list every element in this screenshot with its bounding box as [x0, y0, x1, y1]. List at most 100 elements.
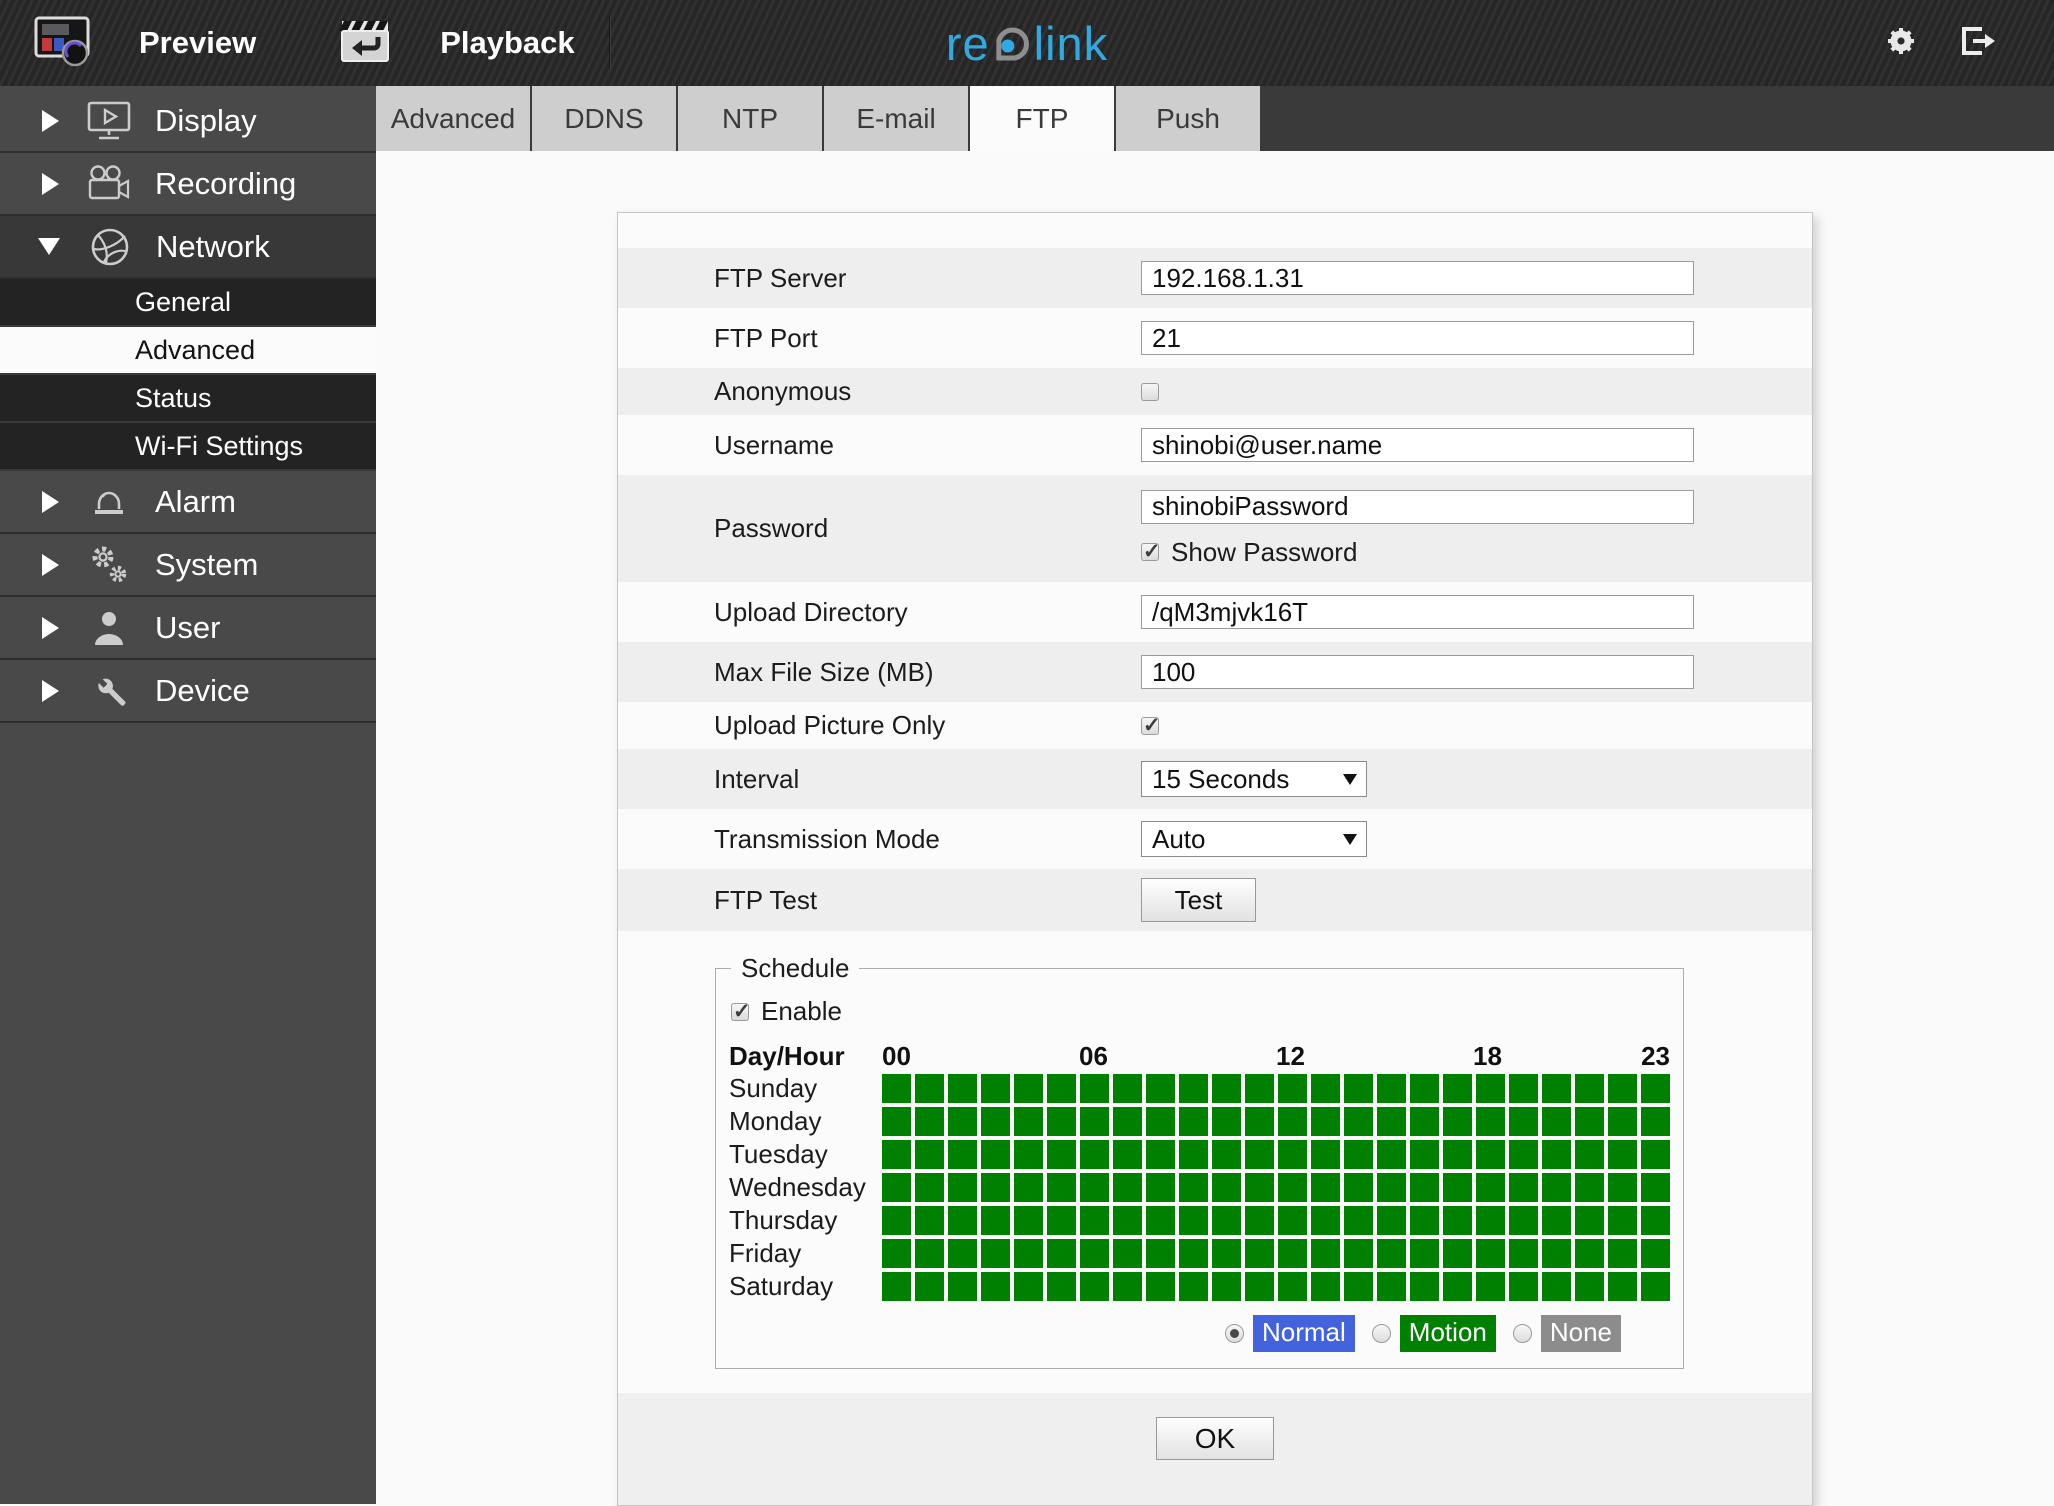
schedule-cell[interactable] — [1278, 1272, 1307, 1301]
schedule-cell[interactable] — [1212, 1107, 1241, 1136]
schedule-cell[interactable] — [1179, 1206, 1208, 1235]
schedule-cell[interactable] — [1278, 1074, 1307, 1103]
schedule-cell[interactable] — [1047, 1107, 1076, 1136]
schedule-cell[interactable] — [1245, 1239, 1274, 1268]
show-password-checkbox[interactable] — [1141, 539, 1161, 564]
sidebar-subitem-general[interactable]: General — [0, 279, 376, 327]
schedule-cell[interactable] — [1608, 1173, 1637, 1202]
schedule-cell[interactable] — [1410, 1239, 1439, 1268]
schedule-cell[interactable] — [1509, 1173, 1538, 1202]
schedule-cell[interactable] — [1245, 1272, 1274, 1301]
schedule-cell[interactable] — [1542, 1173, 1571, 1202]
schedule-cell[interactable] — [915, 1173, 944, 1202]
schedule-cell[interactable] — [1476, 1140, 1505, 1169]
tab-ntp[interactable]: NTP — [678, 86, 824, 151]
schedule-enable-checkbox[interactable] — [731, 999, 751, 1024]
schedule-cell[interactable] — [1575, 1074, 1604, 1103]
schedule-cell[interactable] — [1014, 1173, 1043, 1202]
schedule-cell[interactable] — [981, 1173, 1010, 1202]
schedule-cell[interactable] — [1542, 1272, 1571, 1301]
schedule-cell[interactable] — [1245, 1173, 1274, 1202]
schedule-cell[interactable] — [1575, 1206, 1604, 1235]
schedule-cell[interactable] — [1575, 1239, 1604, 1268]
schedule-cell[interactable] — [882, 1140, 911, 1169]
schedule-cell[interactable] — [1476, 1206, 1505, 1235]
schedule-cell[interactable] — [1575, 1173, 1604, 1202]
schedule-mode-normal-badge[interactable]: Normal — [1253, 1315, 1355, 1352]
sidebar-item-alarm[interactable]: Alarm — [0, 471, 376, 534]
schedule-cell[interactable] — [1377, 1074, 1406, 1103]
schedule-cell[interactable] — [1509, 1206, 1538, 1235]
schedule-cell[interactable] — [1047, 1140, 1076, 1169]
schedule-mode-none-badge[interactable]: None — [1540, 1315, 1621, 1352]
test-button[interactable]: Test — [1141, 878, 1256, 922]
schedule-cell[interactable] — [1476, 1239, 1505, 1268]
schedule-cell[interactable] — [1113, 1107, 1142, 1136]
schedule-cell[interactable] — [1410, 1107, 1439, 1136]
schedule-cell[interactable] — [1443, 1140, 1472, 1169]
schedule-cell[interactable] — [981, 1107, 1010, 1136]
schedule-cell[interactable] — [1377, 1206, 1406, 1235]
schedule-cell[interactable] — [1641, 1074, 1670, 1103]
schedule-cell[interactable] — [1278, 1239, 1307, 1268]
sidebar-subitem-advanced[interactable]: Advanced — [0, 327, 376, 375]
schedule-cell[interactable] — [1113, 1074, 1142, 1103]
schedule-cell[interactable] — [1212, 1173, 1241, 1202]
schedule-cell[interactable] — [1080, 1239, 1109, 1268]
schedule-cell[interactable] — [1377, 1140, 1406, 1169]
password-input[interactable] — [1141, 489, 1694, 524]
schedule-cell[interactable] — [1179, 1239, 1208, 1268]
schedule-cell[interactable] — [1344, 1107, 1373, 1136]
schedule-cell[interactable] — [1608, 1239, 1637, 1268]
schedule-cell[interactable] — [1311, 1206, 1340, 1235]
sidebar-item-system[interactable]: System — [0, 534, 376, 597]
schedule-cell[interactable] — [981, 1272, 1010, 1301]
interval-select[interactable]: 15 Seconds — [1141, 761, 1367, 797]
tab-advanced[interactable]: Advanced — [376, 86, 532, 151]
schedule-cell[interactable] — [1443, 1074, 1472, 1103]
schedule-cell[interactable] — [1344, 1239, 1373, 1268]
schedule-cell[interactable] — [1311, 1272, 1340, 1301]
schedule-cell[interactable] — [948, 1206, 977, 1235]
schedule-cell[interactable] — [1542, 1239, 1571, 1268]
schedule-cell[interactable] — [1212, 1206, 1241, 1235]
schedule-cell[interactable] — [1542, 1206, 1571, 1235]
schedule-cell[interactable] — [1641, 1107, 1670, 1136]
schedule-cell[interactable] — [981, 1206, 1010, 1235]
logout-icon[interactable] — [1958, 25, 1998, 62]
schedule-cell[interactable] — [1641, 1140, 1670, 1169]
schedule-cell[interactable] — [1443, 1206, 1472, 1235]
schedule-cell[interactable] — [1014, 1206, 1043, 1235]
sidebar-item-network[interactable]: Network — [0, 216, 376, 279]
tab-push[interactable]: Push — [1116, 86, 1262, 151]
schedule-cell[interactable] — [1641, 1239, 1670, 1268]
schedule-cell[interactable] — [882, 1272, 911, 1301]
schedule-cell[interactable] — [1476, 1107, 1505, 1136]
schedule-cell[interactable] — [1377, 1173, 1406, 1202]
schedule-cell[interactable] — [882, 1107, 911, 1136]
schedule-cell[interactable] — [1509, 1140, 1538, 1169]
schedule-cell[interactable] — [1245, 1206, 1274, 1235]
schedule-cell[interactable] — [1377, 1239, 1406, 1268]
schedule-cell[interactable] — [1509, 1107, 1538, 1136]
sidebar-item-device[interactable]: Device — [0, 660, 376, 723]
ftp-server-input[interactable] — [1141, 261, 1694, 295]
schedule-cell[interactable] — [948, 1107, 977, 1136]
schedule-cell[interactable] — [882, 1206, 911, 1235]
max-file-size-input[interactable] — [1141, 655, 1694, 689]
schedule-cell[interactable] — [1377, 1272, 1406, 1301]
schedule-cell[interactable] — [1179, 1140, 1208, 1169]
schedule-cell[interactable] — [1179, 1272, 1208, 1301]
schedule-cell[interactable] — [1311, 1074, 1340, 1103]
playback-button[interactable]: Playback — [336, 15, 575, 72]
schedule-mode-motion-badge[interactable]: Motion — [1399, 1315, 1496, 1352]
schedule-cell[interactable] — [1146, 1206, 1175, 1235]
schedule-cell[interactable] — [948, 1140, 977, 1169]
upload-directory-input[interactable] — [1141, 595, 1694, 629]
schedule-cell[interactable] — [1113, 1173, 1142, 1202]
schedule-cell[interactable] — [1146, 1107, 1175, 1136]
schedule-cell[interactable] — [1146, 1140, 1175, 1169]
ok-button[interactable]: OK — [1156, 1417, 1274, 1460]
schedule-mode-normal-radio[interactable] — [1225, 1324, 1244, 1343]
schedule-cell[interactable] — [1608, 1140, 1637, 1169]
